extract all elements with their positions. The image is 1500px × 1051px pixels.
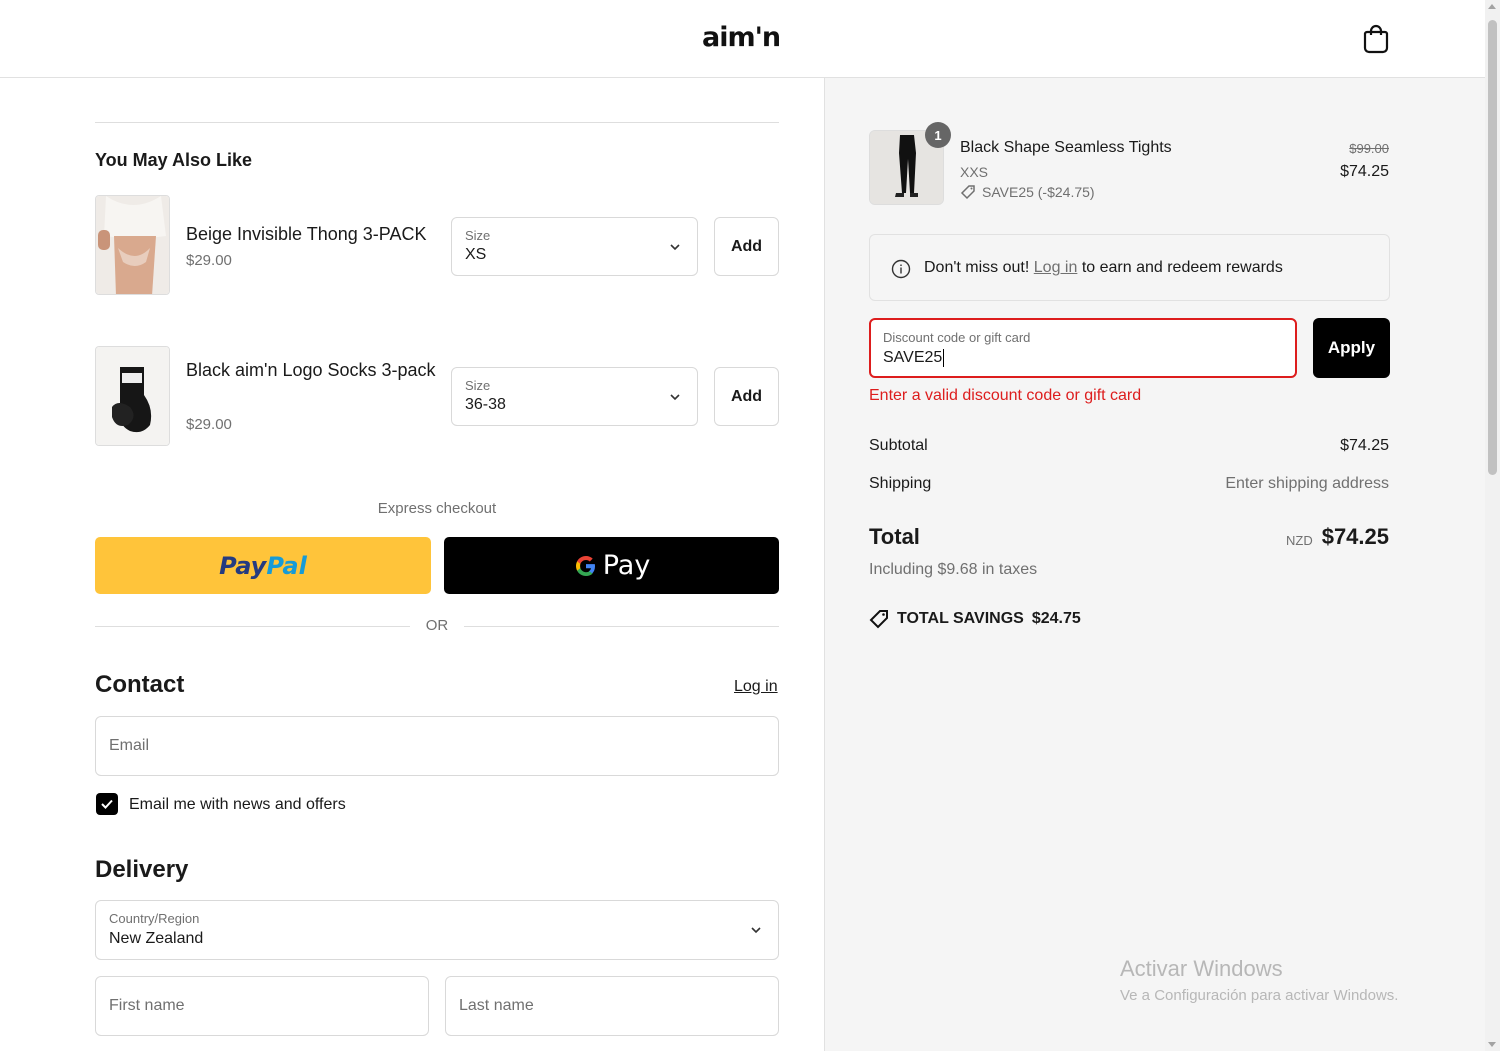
subtotal-label: Subtotal (869, 437, 928, 454)
rewards-banner: Don't miss out! Log in to earn and redee… (869, 234, 1390, 301)
scrollbar-thumb[interactable] (1488, 20, 1497, 475)
discount-error-message: Enter a valid discount code or gift card (869, 387, 1142, 404)
size-select-label: Size (465, 378, 491, 393)
add-upsell-button[interactable]: Add (714, 217, 779, 276)
login-link[interactable]: Log in (734, 678, 778, 696)
google-g-icon (575, 555, 595, 576)
chevron-down-icon (670, 394, 680, 401)
shipping-value: Enter shipping address (1225, 475, 1389, 492)
total-currency: NZD (1286, 533, 1313, 548)
express-checkout-label: Express checkout (377, 500, 497, 517)
check-icon (101, 799, 113, 809)
apply-discount-button[interactable]: Apply (1313, 318, 1390, 378)
size-select[interactable]: Size 36-38 (451, 367, 698, 426)
first-name-placeholder: First name (109, 997, 185, 1014)
checkout-main: You May Also Like Beige Invisible Thong … (0, 78, 824, 1051)
rewards-text: Don't miss out! Log in to earn and redee… (924, 259, 1283, 277)
taxes-note: Including $9.68 in taxes (869, 561, 1038, 578)
divider (95, 122, 779, 123)
paypal-button[interactable]: Pay Pal (95, 537, 431, 594)
rewards-suffix: to earn and redeem rewards (1081, 259, 1283, 276)
shopping-bag-icon[interactable] (1362, 22, 1390, 54)
country-select[interactable]: Country/Region New Zealand (95, 900, 779, 960)
product-discount-text: SAVE25 (-$24.75) (982, 184, 1095, 200)
email-field[interactable]: Email (95, 716, 779, 776)
size-select-label: Size (465, 228, 491, 243)
upsell-product-price: $29.00 (186, 252, 232, 269)
product-name: Black Shape Seamless Tights (960, 139, 1172, 156)
contact-title: Contact (95, 671, 185, 698)
windows-activation-title: Activar Windows (1120, 956, 1283, 981)
windows-activation-subtitle: Ve a Configuración para activar Windows. (1120, 987, 1399, 1004)
info-icon (891, 259, 911, 279)
chevron-down-icon (670, 244, 680, 251)
scroll-down-arrow[interactable] (1488, 1042, 1496, 1047)
last-name-field[interactable]: Last name (445, 976, 779, 1036)
size-select[interactable]: Size XS (451, 217, 698, 276)
divider (95, 626, 410, 627)
country-label: Country/Region (109, 911, 200, 926)
order-summary: 1 Black Shape Seamless Tights XXS SAVE25… (824, 78, 1485, 1051)
product-discount: SAVE25 (-$24.75) (960, 184, 1095, 200)
rewards-prefix: Don't miss out! (924, 259, 1030, 276)
discount-code-label: Discount code or gift card (883, 330, 1031, 345)
size-select-value: 36-38 (465, 396, 506, 413)
savings-label: TOTAL SAVINGS (897, 610, 1024, 627)
or-separator: OR (425, 617, 449, 634)
upsell-product-image (95, 346, 170, 446)
last-name-placeholder: Last name (459, 997, 534, 1014)
newsletter-checkbox[interactable] (96, 793, 118, 815)
paypal-logo-text: Pal (266, 551, 307, 580)
page-header: aim'n (0, 0, 1485, 78)
total-label: Total (869, 524, 920, 549)
tag-icon (869, 610, 888, 629)
email-placeholder: Email (109, 737, 150, 754)
size-select-value: XS (465, 246, 487, 263)
divider (464, 626, 779, 627)
scroll-up-arrow[interactable] (1488, 4, 1496, 9)
first-name-field[interactable]: First name (95, 976, 429, 1036)
total-savings: TOTAL SAVINGS $24.75 (869, 609, 1081, 629)
paypal-logo-text: Pay (219, 551, 267, 580)
discount-code-value: SAVE25 (883, 349, 945, 367)
page-scrollbar[interactable] (1485, 0, 1500, 1051)
delivery-title: Delivery (95, 856, 189, 883)
country-value: New Zealand (109, 930, 204, 947)
quantity-badge: 1 (925, 122, 951, 148)
product-price: $74.25 (1340, 163, 1389, 180)
add-upsell-button[interactable]: Add (714, 367, 779, 426)
product-variant: XXS (960, 164, 989, 180)
newsletter-label[interactable]: Email me with news and offers (129, 796, 346, 814)
chevron-down-icon (751, 927, 761, 934)
upsell-product-price: $29.00 (186, 416, 232, 433)
savings-value: $24.75 (1031, 610, 1081, 627)
product-original-price: $99.00 (1349, 141, 1389, 156)
shipping-label: Shipping (869, 475, 932, 492)
google-pay-button[interactable]: Pay (444, 537, 779, 594)
upsell-title: You May Also Like (95, 150, 253, 170)
upsell-product-name: Black aim'n Logo Socks 3-pack (186, 360, 436, 380)
total-amount: $74.25 (1321, 524, 1389, 549)
rewards-login-link[interactable]: Log in (1034, 259, 1078, 276)
brand-logo[interactable]: aim'n (702, 22, 781, 53)
discount-code-input[interactable]: Discount code or gift card SAVE25 (869, 318, 1297, 378)
upsell-product-image (95, 195, 170, 295)
subtotal-value: $74.25 (1340, 437, 1389, 454)
upsell-product-name: Beige Invisible Thong 3-PACK (186, 224, 427, 244)
tag-icon (960, 185, 975, 200)
gpay-text: Pay (602, 550, 651, 581)
